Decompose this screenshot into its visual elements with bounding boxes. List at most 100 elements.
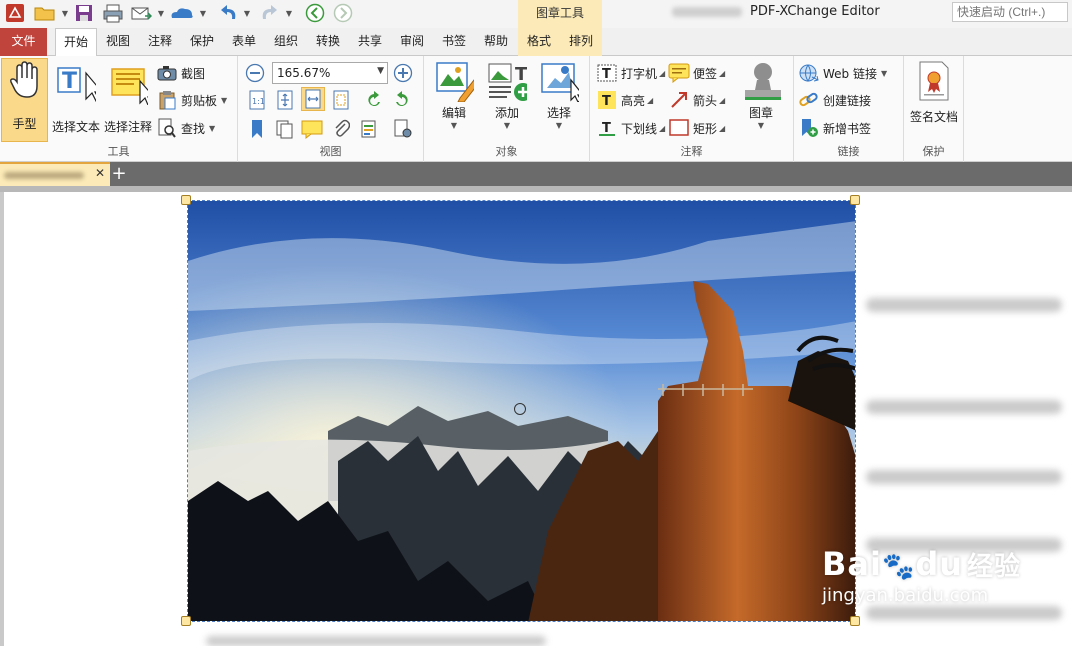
add-label: 添加: [494, 106, 519, 120]
page-left-edge: [0, 192, 4, 646]
web-links-button[interactable]: Web 链接 ▼: [798, 62, 887, 84]
sticky-note-button[interactable]: 便签 ◢: [668, 62, 725, 84]
add-objects-button[interactable]: T 添加 ▼: [482, 60, 532, 130]
layers-panel-icon[interactable]: [358, 118, 380, 140]
typewriter-button[interactable]: T 打字机 ◢: [596, 62, 665, 84]
select-objects-button[interactable]: 选择 ▼: [534, 60, 584, 130]
stamp-button[interactable]: 图章 ▼: [736, 60, 786, 130]
bookmarks-panel-icon[interactable]: [246, 118, 268, 140]
back-icon[interactable]: [304, 3, 326, 23]
pages-panel-icon[interactable]: [274, 118, 296, 140]
tab-forms[interactable]: 表单: [230, 28, 258, 56]
close-tab-icon[interactable]: ✕: [95, 166, 105, 180]
clipboard-button[interactable]: 剪贴板 ▼: [156, 89, 227, 111]
tab-share[interactable]: 共享: [356, 28, 384, 56]
create-link-button[interactable]: 创建链接: [798, 89, 871, 111]
arrow-button[interactable]: 箭头 ◢: [668, 89, 725, 111]
tools-group-label: 工具: [107, 145, 130, 158]
forward-icon[interactable]: [332, 3, 354, 23]
document-name-blurred: [672, 6, 742, 17]
fit-visible-icon[interactable]: [330, 89, 352, 111]
fit-page-icon[interactable]: [274, 89, 296, 111]
stamp-dropdown-icon[interactable]: ▼: [758, 121, 764, 130]
find-button[interactable]: 查找 ▼: [156, 117, 215, 139]
tab-protect[interactable]: 保护: [188, 28, 216, 56]
open-dropdown-icon[interactable]: ▼: [60, 3, 70, 23]
select-dropdown-icon[interactable]: ▼: [556, 121, 562, 130]
rotate-left-icon[interactable]: [363, 89, 385, 111]
typewriter-label: 打字机: [621, 66, 658, 81]
select-text-button[interactable]: T 选择文本: [51, 64, 101, 135]
tab-organize[interactable]: 组织: [272, 28, 300, 56]
tab-convert[interactable]: 转换: [314, 28, 342, 56]
email-icon[interactable]: [128, 3, 154, 23]
underline-button[interactable]: T 下划线 ◢: [596, 117, 665, 139]
stamp-label: 图章: [748, 106, 773, 120]
save-icon[interactable]: [72, 3, 96, 23]
new-tab-icon[interactable]: +: [110, 165, 128, 184]
cloud-icon[interactable]: [168, 3, 196, 23]
group-protect: 签名文档 保护: [904, 56, 964, 162]
edit-objects-button[interactable]: 编辑 ▼: [430, 60, 478, 130]
find-dropdown-icon[interactable]: ▼: [209, 124, 215, 133]
rectangle-button[interactable]: 矩形 ◢: [668, 117, 725, 139]
tab-review[interactable]: 审阅: [398, 28, 426, 56]
watermark-brand-cn: 经验: [967, 552, 1022, 582]
highlight-button[interactable]: T 高亮 ◢: [596, 89, 653, 111]
sign-document-button[interactable]: 签名文档: [906, 60, 962, 125]
tab-home[interactable]: 开始: [55, 28, 97, 57]
watermark-brand: Bai🐾du 经验: [822, 545, 1021, 583]
camera-icon: [156, 63, 178, 83]
tab-bookmarks[interactable]: 书签: [440, 28, 468, 56]
properties-panel-icon[interactable]: [392, 118, 414, 140]
zoom-dropdown-icon[interactable]: ▼: [377, 66, 384, 76]
snapshot-button[interactable]: 截图: [156, 62, 205, 84]
web-links-dropdown-icon[interactable]: ▼: [881, 69, 887, 78]
tab-view[interactable]: 视图: [104, 28, 132, 56]
redo-icon[interactable]: [256, 3, 282, 23]
select-annotation-button[interactable]: 选择注释: [102, 64, 154, 135]
view-group-label: 视图: [319, 145, 342, 158]
print-icon[interactable]: [100, 3, 126, 23]
email-dropdown-icon[interactable]: ▼: [156, 3, 166, 23]
undo-dropdown-icon[interactable]: ▼: [242, 3, 252, 23]
actual-size-icon[interactable]: 1:1: [246, 89, 268, 111]
zoom-out-icon[interactable]: [244, 62, 266, 84]
attachments-panel-icon[interactable]: [330, 118, 352, 140]
blurred-text-line: [866, 470, 1062, 484]
fit-width-icon[interactable]: [301, 87, 325, 111]
sticky-note-more-icon: ◢: [719, 68, 726, 78]
open-folder-icon[interactable]: [32, 3, 58, 23]
document-tab[interactable]: ✕: [0, 162, 110, 186]
cloud-dropdown-icon[interactable]: ▼: [198, 3, 208, 23]
resize-handle-bottom-left[interactable]: [181, 616, 191, 626]
edit-object-icon: [434, 60, 474, 102]
new-bookmark-button[interactable]: 新增书签: [798, 117, 871, 139]
tab-file[interactable]: 文件: [0, 28, 47, 56]
quick-launch-input[interactable]: [952, 2, 1068, 22]
resize-handle-top-right[interactable]: [850, 195, 860, 205]
comments-panel-icon[interactable]: [301, 118, 323, 140]
clipboard-dropdown-icon[interactable]: ▼: [221, 96, 227, 105]
tab-format[interactable]: 格式: [518, 28, 560, 56]
resize-handle-bottom-right[interactable]: [850, 616, 860, 626]
zoom-level-select[interactable]: 165.67% ▼: [272, 62, 388, 84]
new-bookmark-icon: [798, 118, 820, 138]
svg-text:T: T: [602, 67, 611, 82]
tab-arrange[interactable]: 排列: [560, 28, 602, 56]
find-label: 查找: [181, 121, 206, 136]
watermark-brand-part-b: du: [915, 545, 964, 583]
redo-dropdown-icon[interactable]: ▼: [284, 3, 294, 23]
undo-icon[interactable]: [216, 3, 242, 23]
tab-comment[interactable]: 注释: [146, 28, 174, 56]
arrow-label: 箭头: [693, 93, 718, 108]
rotate-right-icon[interactable]: [391, 89, 413, 111]
hand-tool-button[interactable]: 手型: [1, 58, 48, 142]
typewriter-icon: T: [596, 63, 618, 83]
resize-handle-top-left[interactable]: [181, 195, 191, 205]
web-links-label: Web 链接: [823, 66, 877, 81]
tab-help[interactable]: 帮助: [482, 28, 510, 56]
add-dropdown-icon[interactable]: ▼: [504, 121, 510, 130]
edit-dropdown-icon[interactable]: ▼: [451, 121, 457, 130]
zoom-in-icon[interactable]: [392, 62, 414, 84]
